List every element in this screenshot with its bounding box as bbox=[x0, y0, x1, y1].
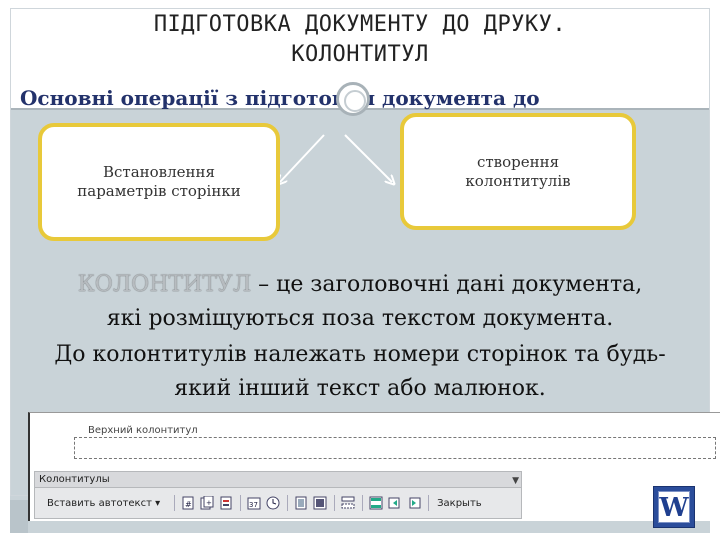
toolbar-buttons-row: Вставить автотекст ▾ # + 37 Закрыть bbox=[35, 490, 521, 516]
page-settings-text: Встановлення параметрів сторінки bbox=[77, 163, 241, 200]
switch-header-footer-icon[interactable] bbox=[367, 495, 384, 512]
toolbar-separator bbox=[362, 495, 364, 511]
left-arrow bbox=[280, 134, 325, 182]
insert-time-icon[interactable] bbox=[264, 495, 281, 512]
toolbar-separator bbox=[428, 495, 430, 511]
page-settings-box: Встановлення параметрів сторінки bbox=[38, 123, 280, 241]
toolbar-separator bbox=[240, 495, 242, 511]
toolbar-separator bbox=[287, 495, 289, 511]
format-page-number-icon[interactable] bbox=[217, 495, 234, 512]
same-as-previous-icon[interactable] bbox=[339, 495, 356, 512]
toolbar-separator bbox=[174, 495, 176, 511]
header-area[interactable] bbox=[74, 437, 716, 459]
definition-line1: КОЛОНТИТУЛ – це заголовочні дані докумен… bbox=[0, 272, 720, 297]
create-headers-box: створення колонтитулів bbox=[400, 113, 636, 230]
show-next-icon[interactable] bbox=[405, 495, 422, 512]
close-toolbar-button[interactable]: Закрыть bbox=[437, 498, 482, 509]
toolbar-dropdown-icon[interactable]: ▼ bbox=[512, 473, 519, 489]
insert-autotext-button[interactable]: Вставить автотекст ▾ bbox=[47, 498, 160, 509]
word-document-screenshot: Верхний колонтитул Колонтитулы ▼ Вставит… bbox=[28, 412, 720, 521]
definition-line1-text: – це заголовочні дані документа, bbox=[251, 272, 643, 297]
insert-autotext-label: Вставить автотекст bbox=[47, 497, 152, 509]
definition-keyword: КОЛОНТИТУЛ bbox=[77, 272, 252, 297]
svg-text:+: + bbox=[206, 499, 212, 507]
create-headers-text: створення колонтитулів bbox=[465, 152, 571, 190]
definition-line3: До колонтитулів належать номери сторінок… bbox=[54, 342, 666, 367]
toolbar-title: Колонтитулы ▼ bbox=[35, 472, 521, 488]
show-previous-icon[interactable] bbox=[386, 495, 403, 512]
word-logo-icon: W bbox=[653, 486, 695, 528]
bottom-left-strip bbox=[10, 500, 28, 533]
insert-page-count-icon[interactable]: + bbox=[198, 495, 215, 512]
page-setup-icon[interactable] bbox=[292, 495, 309, 512]
show-hide-text-icon[interactable] bbox=[311, 495, 328, 512]
definition-line2: які розміщуються поза текстом документа. bbox=[106, 306, 614, 331]
word-logo-inner: W bbox=[658, 491, 690, 523]
toolbar-title-text: Колонтитулы bbox=[39, 474, 110, 485]
insert-page-number-icon[interactable]: # bbox=[179, 495, 196, 512]
toolbar-separator bbox=[334, 495, 336, 511]
header-label: Верхний колонтитул bbox=[86, 425, 200, 436]
insert-date-icon[interactable]: 37 bbox=[245, 495, 262, 512]
svg-text:#: # bbox=[185, 500, 192, 509]
svg-text:37: 37 bbox=[249, 501, 258, 509]
header-footer-toolbar: Колонтитулы ▼ Вставить автотекст ▾ # + 3… bbox=[34, 471, 522, 519]
definition-line4: який інший текст або малюнок. bbox=[174, 376, 546, 401]
right-arrow bbox=[344, 134, 392, 182]
word-logo-letter: W bbox=[659, 493, 689, 523]
